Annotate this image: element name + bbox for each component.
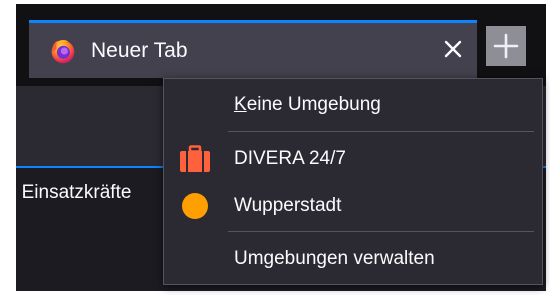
briefcase-icon (180, 145, 210, 172)
tab-title: Neuer Tab (91, 39, 188, 62)
plus-icon (493, 33, 519, 59)
firefox-logo-icon (51, 39, 75, 64)
access-key: K (234, 94, 247, 115)
bookmark-item[interactable]: r Einsatzkräfte (16, 178, 131, 208)
menu-item-divera[interactable]: DIVERA 24/7 (164, 139, 542, 179)
menu-item-label-rest: eine Umgebung (246, 94, 381, 115)
tab-close-button[interactable] (435, 31, 471, 67)
tab-new-tab[interactable]: Neuer Tab (29, 20, 477, 78)
menu-item-manage-containers[interactable]: Umgebungen verwalten (164, 239, 542, 279)
menu-item-label: Keine Umgebung (234, 85, 381, 125)
menu-separator (228, 131, 534, 132)
menu-item-wupperstadt[interactable]: Wupperstadt (164, 186, 542, 226)
menu-item-label: DIVERA 24/7 (234, 148, 346, 169)
menu-item-label: Wupperstadt (234, 195, 342, 216)
menu-item-label: Umgebungen verwalten (234, 248, 435, 269)
close-icon (444, 40, 462, 58)
circle-icon (182, 193, 208, 219)
container-menu: Keine Umgebung DIVERA 24/7 Wupperstadt U… (163, 78, 543, 285)
menu-separator (228, 231, 534, 232)
new-tab-button[interactable] (486, 26, 526, 66)
menu-item-no-container[interactable]: Keine Umgebung (164, 85, 542, 125)
